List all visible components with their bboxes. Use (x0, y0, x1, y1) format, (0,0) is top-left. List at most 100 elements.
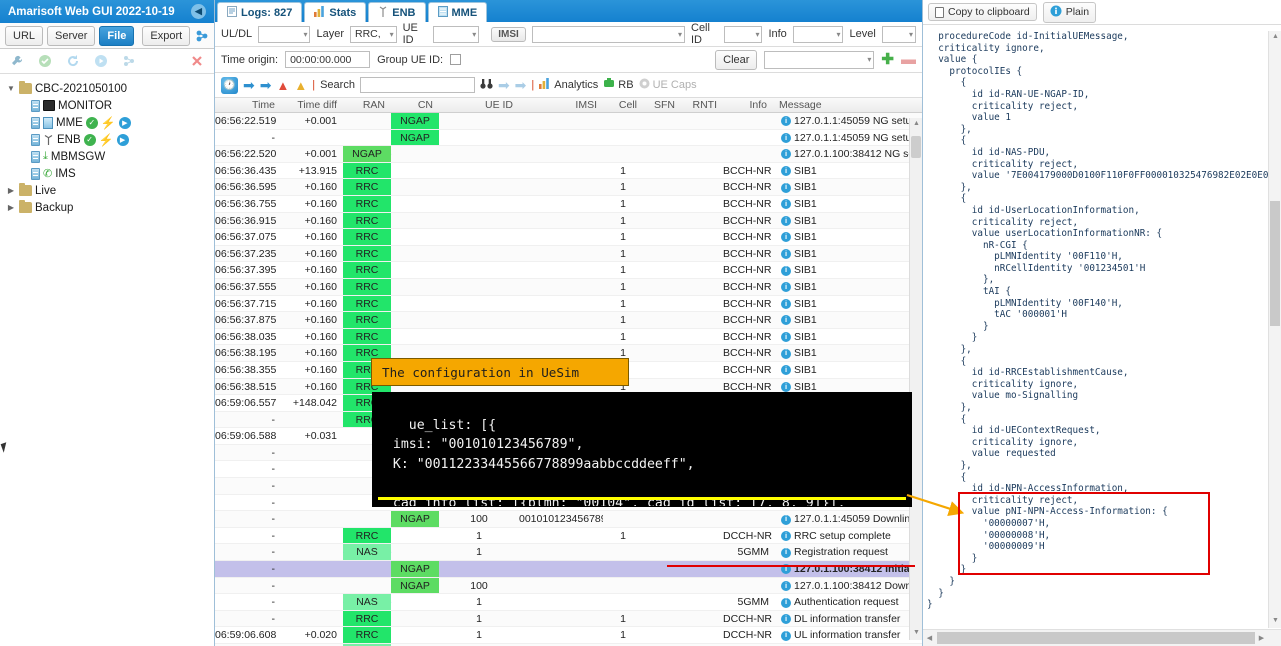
imsi-select[interactable]: ▾ (531, 25, 685, 43)
close-icon[interactable] (188, 52, 206, 70)
tree-item-cbc-2021050100[interactable]: ▼ CBC-2021050100 (4, 80, 210, 97)
copy-to-clipboard-button[interactable]: Copy to clipboard (928, 3, 1037, 21)
detail-horizontal-scrollbar[interactable]: ◀ ▶ (923, 629, 1281, 646)
tree-item-enb[interactable]: ENB ✓ ⚡ ▶ (4, 131, 210, 148)
table-row[interactable]: 06:59:06.608+0.020➡RRC11DCCH-NRiUL infor… (215, 627, 922, 644)
search-input[interactable] (359, 77, 475, 93)
tab-logs[interactable]: Logs: 827 (217, 2, 303, 22)
detail-scroll-down-icon[interactable]: ▼ (1271, 617, 1280, 626)
table-row[interactable]: 06:56:37.875+0.160➡RRC1BCCH-NRiSIB1 (215, 312, 922, 329)
table-row[interactable]: 06:56:22.520 +0.001 NGAP➡ i127.0.1.100:3841… (215, 146, 922, 163)
tree-expander-icon[interactable]: ▶ (6, 203, 16, 212)
table-row[interactable]: 06:56:37.075+0.160➡RRC1BCCH-NRiSIB1 (215, 229, 922, 246)
table-row[interactable]: - ➡NGAP 100 001010123456789 i127.0.1.1:45059… (215, 511, 922, 528)
column-header-cn[interactable]: CN (391, 98, 439, 112)
scroll-down-icon[interactable]: ▼ (912, 629, 921, 638)
search-next-icon[interactable]: ➡ (515, 78, 527, 92)
tab-mme[interactable]: MME (427, 2, 488, 22)
detail-scroll-thumb[interactable] (1270, 201, 1280, 326)
plain-view-button[interactable]: Plain (1042, 1, 1097, 23)
table-row[interactable]: - ➡NGAP i127.0.1.1:45059 NG setup response (215, 129, 922, 147)
start-check-icon[interactable] (36, 52, 54, 70)
scroll-up-icon[interactable]: ▲ (912, 120, 921, 129)
detail-scroll-up-icon[interactable]: ▲ (1271, 33, 1280, 42)
tree-item-live[interactable]: ▶ Live (4, 182, 210, 199)
column-header-sfn[interactable]: SFN (643, 98, 681, 112)
tree-item-backup[interactable]: ▶ Backup (4, 199, 210, 216)
table-row[interactable]: 06:56:36.755+0.160➡RRC1BCCH-NRiSIB1 (215, 195, 922, 213)
table-row[interactable]: 06:56:37.235+0.160➡RRC1BCCH-NRiSIB1 (215, 245, 922, 263)
hscroll-thumb[interactable] (937, 632, 1255, 644)
column-header-ran[interactable]: RAN (343, 98, 391, 112)
group-ue-checkbox[interactable] (450, 54, 462, 65)
url-button[interactable]: URL (5, 25, 44, 46)
uldl-select[interactable]: ▾ (258, 25, 311, 43)
column-header-time-diff[interactable]: Time diff (281, 98, 343, 112)
tab-stats[interactable]: Stats (304, 2, 367, 22)
hscroll-left-icon[interactable]: ◀ (923, 634, 936, 642)
warning-triangle-icon[interactable]: ▲ (294, 78, 307, 93)
link-icon[interactable] (120, 52, 138, 70)
table-row[interactable]: - ➡NGAP 100 i127.0.1.100:38412 Downlink NAS… (215, 577, 922, 595)
detail-vertical-scrollbar[interactable]: ▲ ▼ (1268, 31, 1281, 628)
column-header-rnti[interactable]: RNTI (681, 98, 723, 112)
chevron-left-icon[interactable]: ◀ (191, 4, 206, 19)
error-triangle-icon[interactable]: ▲ (276, 78, 289, 93)
main-vertical-scrollbar[interactable]: ▲ ▼ (909, 118, 922, 640)
server-button[interactable]: Server (47, 25, 96, 46)
play-icon[interactable] (92, 52, 110, 70)
column-header-imsi[interactable]: IMSI (519, 98, 603, 112)
column-header-info[interactable]: Info (723, 98, 773, 112)
table-row[interactable]: -➡RRC11DCCH-NRiRRC setup complete (215, 527, 922, 545)
level-select[interactable]: ▾ (881, 25, 917, 43)
clock-icon[interactable]: 🕐 (221, 76, 238, 94)
arrow-left-icon[interactable]: ➡ (243, 78, 255, 92)
tree-item-mme[interactable]: MME ✓ ⚡ ▶ (4, 114, 210, 131)
table-row[interactable]: 06:56:36.915+0.160➡RRC1BCCH-NRiSIB1 (215, 212, 922, 230)
rb-button[interactable]: RB (603, 78, 634, 92)
table-row[interactable]: 06:56:36.435+13.915➡RRC1BCCH-NRiSIB1 (215, 162, 922, 180)
minus-icon[interactable]: ▬ (901, 52, 916, 67)
uecaps-button[interactable]: UE Caps (639, 78, 697, 92)
table-row[interactable]: 06:56:37.395+0.160➡RRC1BCCH-NRiSIB1 (215, 262, 922, 279)
wrench-icon[interactable] (8, 52, 26, 70)
info-select[interactable]: ▾ (792, 25, 844, 43)
table-row[interactable]: 06:56:37.715+0.160➡RRC1BCCH-NRiSIB1 (215, 295, 922, 313)
analytics-button[interactable]: Analytics (539, 78, 598, 92)
column-header-message[interactable]: Message (773, 98, 922, 112)
export-button[interactable]: Export (142, 25, 191, 46)
tree-expander-icon[interactable]: ▼ (6, 84, 16, 93)
column-header-ue-id[interactable]: UE ID (439, 98, 519, 112)
plus-icon[interactable]: ✚ (881, 52, 894, 67)
binoculars-icon[interactable] (480, 78, 493, 93)
table-row[interactable]: -➡RRC11DCCH-NRiDL information transfer (215, 610, 922, 628)
table-row[interactable]: - ➡NGAP i127.0.1.100:38412 Initial UE mess… (215, 561, 922, 578)
column-header-time[interactable]: Time (215, 98, 281, 112)
preset-select[interactable]: ▾ (764, 50, 875, 69)
file-button[interactable]: File (99, 25, 135, 46)
table-row[interactable]: 06:56:37.555+0.160➡RRC1BCCH-NRiSIB1 (215, 278, 922, 296)
ueid-select[interactable]: ▾ (432, 25, 480, 43)
arrow-right-icon[interactable]: ➡ (260, 78, 272, 92)
tab-enb[interactable]: ENB (368, 2, 426, 22)
tree-expander-icon[interactable]: ▶ (6, 186, 16, 195)
table-row[interactable]: 06:56:38.035+0.160➡RRC1BCCH-NRiSIB1 (215, 328, 922, 346)
layer-select[interactable]: RRC, ▾ (350, 25, 397, 43)
tree-item-ims[interactable]: ✆ IMS (4, 165, 210, 182)
table-row[interactable]: -➡NAS➡15GMMiAuthentication request (215, 594, 922, 611)
column-header-cell[interactable]: Cell (603, 98, 643, 112)
tree-item-mbmsgw[interactable]: ⤓ MBMSGW (4, 148, 210, 165)
clear-button[interactable]: Clear (715, 49, 758, 70)
table-row[interactable]: -➡NAS➡15GMMiRegistration request (215, 544, 922, 562)
hscroll-right-icon[interactable]: ▶ (1255, 634, 1268, 642)
tree-item-monitor[interactable]: MONITOR (4, 97, 210, 114)
refresh-icon[interactable] (64, 52, 82, 70)
imsi-button[interactable]: IMSI (491, 26, 526, 42)
scroll-thumb[interactable] (911, 136, 921, 158)
search-prev-icon[interactable]: ➡ (498, 78, 510, 92)
config-gear-icon[interactable] (194, 27, 209, 45)
table-row[interactable]: 06:56:22.519 +0.001 ➡NGAP i127.0.1.1:45059 … (215, 113, 922, 130)
table-row[interactable]: 06:56:36.595+0.160➡RRC1BCCH-NRiSIB1 (215, 179, 922, 196)
time-origin-input[interactable] (285, 51, 371, 68)
cellid-select[interactable]: ▾ (724, 25, 763, 43)
